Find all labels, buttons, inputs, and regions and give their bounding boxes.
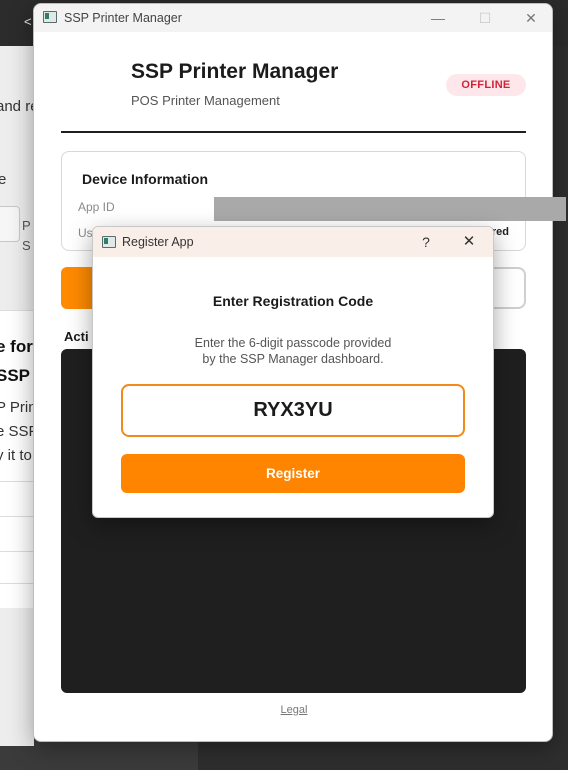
dialog-close-button[interactable]: ✕ — [457, 232, 481, 252]
registration-code-input[interactable] — [121, 384, 465, 437]
background-text: P — [22, 218, 31, 233]
dialog-description: Enter the 6-digit passcode provided by t… — [93, 335, 493, 367]
activity-log-title: Acti — [64, 329, 89, 344]
background-divider — [0, 481, 34, 482]
device-info-title: Device Information — [82, 171, 209, 187]
background-popup: e for SSP P Prin e SSP y it to — [0, 310, 39, 608]
background-divider — [0, 551, 34, 552]
background-text: S — [22, 238, 31, 253]
app-subtitle: POS Printer Management — [131, 93, 280, 108]
background-button — [0, 206, 20, 242]
status-badge: OFFLINE — [446, 74, 526, 96]
app-icon — [43, 11, 57, 23]
close-window-button[interactable]: ✕ — [516, 8, 546, 28]
background-text: SSP — [0, 366, 31, 385]
background-divider — [0, 516, 34, 517]
background-text: P Prin — [0, 399, 37, 416]
dialog-titlebar: Register App ? ✕ — [93, 227, 493, 257]
background-text: y it to — [0, 447, 32, 464]
background-text: e — [0, 171, 7, 188]
window-title: SSP Printer Manager — [64, 11, 182, 25]
description-line-2: by the SSP Manager dashboard. — [202, 352, 384, 366]
description-line-1: Enter the 6-digit passcode provided — [194, 336, 392, 350]
background-divider — [0, 583, 34, 584]
background-text: e for — [0, 337, 33, 356]
help-button[interactable]: ? — [415, 232, 437, 252]
header-divider — [61, 131, 526, 133]
register-dialog: Register App ? ✕ Enter Registration Code… — [92, 226, 494, 518]
redacted-bar — [214, 197, 566, 221]
background-share-icon: < — [24, 14, 32, 29]
dialog-app-icon — [102, 236, 116, 248]
dialog-heading: Enter Registration Code — [212, 293, 374, 309]
maximize-button[interactable]: ☐ — [470, 8, 500, 28]
legal-link[interactable]: Legal — [34, 704, 552, 716]
window-titlebar: SSP Printer Manager — ☐ ✕ — [34, 4, 552, 32]
app-title: SSP Printer Manager — [131, 60, 339, 83]
app-id-label: App ID — [78, 200, 115, 214]
dialog-title: Register App — [122, 235, 194, 249]
minimize-button[interactable]: — — [423, 8, 453, 28]
register-button[interactable]: Register — [121, 454, 465, 493]
